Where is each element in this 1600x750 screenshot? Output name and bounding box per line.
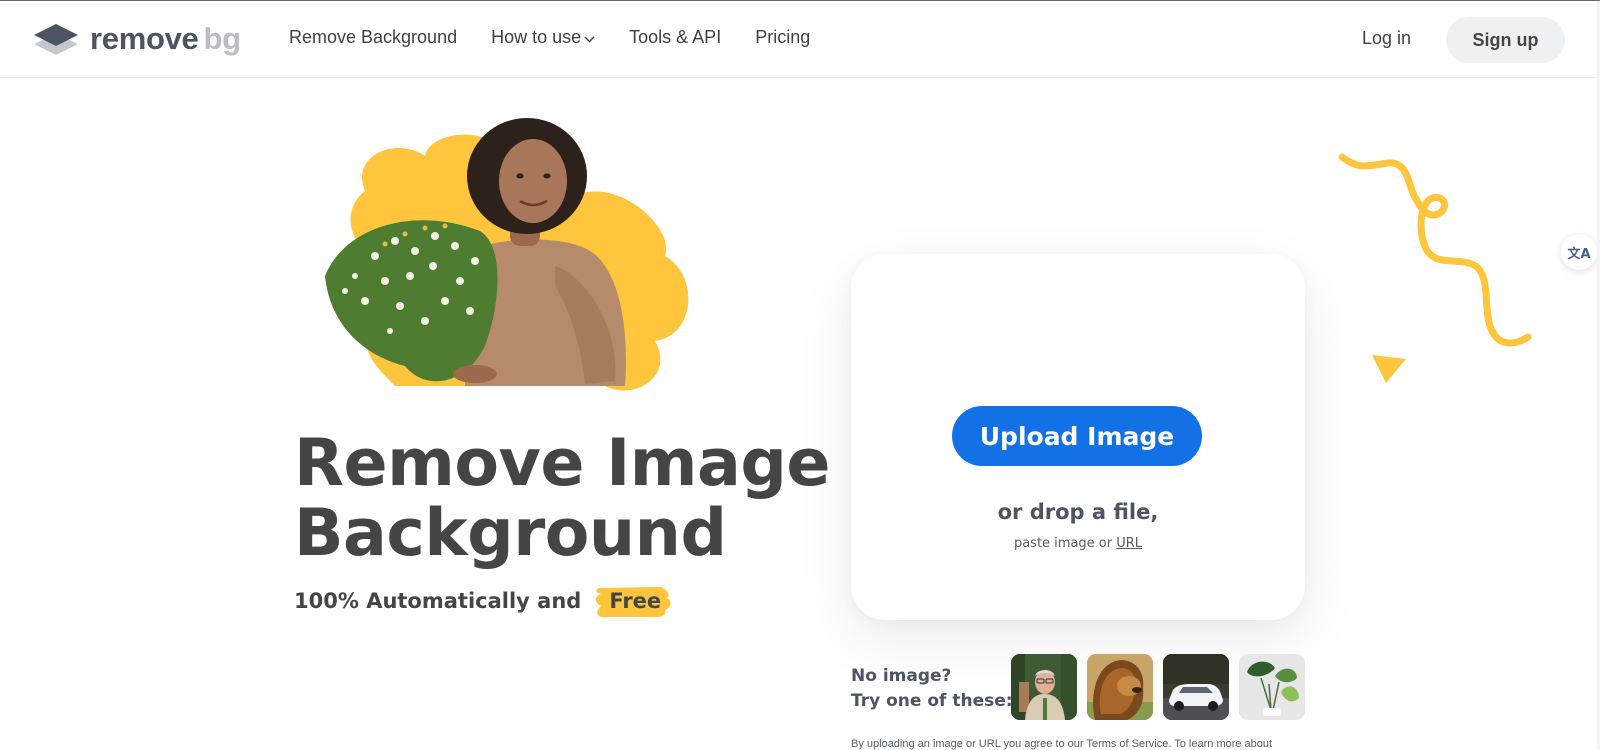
sample-lion-image: [1087, 654, 1153, 720]
nav-label: Remove Background: [289, 27, 458, 47]
hero-title: Remove Image Background: [294, 426, 831, 571]
chevron-down-icon: [584, 36, 595, 42]
drop-file-text: or drop a file,: [997, 500, 1159, 524]
url-link[interactable]: URL: [1116, 536, 1142, 551]
hero-subtitle: 100% Automatically and Free: [294, 587, 675, 618]
sample-thumb-lion[interactable]: [1087, 654, 1153, 720]
site-header: remove bg Remove Background How to use To…: [0, 1, 1600, 78]
sample-thumb-person[interactable]: [1011, 654, 1077, 720]
nav-tools-api[interactable]: Tools & API: [629, 27, 721, 48]
decorative-triangle: [1372, 355, 1406, 383]
hero-title-line1: Remove Image: [294, 426, 831, 501]
logo-text-remove: remove: [90, 21, 199, 56]
logo-text-bg: bg: [203, 21, 242, 56]
samples-label-line2: Try one of these:: [851, 691, 1013, 711]
decorative-squiggle: [1338, 153, 1532, 383]
sample-person-image: [1011, 654, 1077, 720]
nav-label: How to use: [491, 27, 582, 47]
nav-pricing[interactable]: Pricing: [755, 27, 810, 48]
translate-icon[interactable]: 文A: [1561, 234, 1597, 270]
hero-subtitle-text: 100% Automatically and: [294, 589, 582, 613]
logo-wordmark: remove bg: [90, 21, 241, 57]
hero-title-line2: Background: [294, 496, 727, 571]
samples-label: No image? Try one of these:: [851, 664, 1013, 714]
nav-how-to-use[interactable]: How to use: [491, 27, 595, 48]
nav-remove-background[interactable]: Remove Background: [289, 27, 457, 48]
free-highlight: Free: [595, 587, 675, 618]
logo[interactable]: remove bg: [32, 21, 241, 57]
login-link[interactable]: Log in: [1362, 28, 1411, 49]
sample-plant-image: [1239, 654, 1305, 720]
upload-image-button[interactable]: Upload Image: [952, 406, 1202, 466]
nav-label: Pricing: [755, 27, 811, 47]
nav-label: Tools & API: [629, 27, 722, 47]
paste-text: paste image or: [1013, 536, 1113, 551]
logo-layers-icon: [34, 24, 78, 55]
samples-label-line1: No image?: [851, 666, 952, 686]
signup-button[interactable]: Sign up: [1446, 17, 1565, 63]
free-text: Free: [609, 589, 662, 613]
sample-car-image: [1163, 654, 1229, 720]
paste-hint: paste image or URL: [851, 536, 1305, 551]
main-nav: Remove Background How to use Tools & API…: [289, 27, 844, 48]
hero-image: [325, 118, 689, 391]
upload-dropzone[interactable]: Upload Image or drop a file, paste image…: [851, 254, 1305, 620]
terms-notice: By uploading an image or URL you agree t…: [851, 738, 1273, 750]
sample-thumb-car[interactable]: [1163, 654, 1229, 720]
sample-thumb-plant[interactable]: [1239, 654, 1305, 720]
